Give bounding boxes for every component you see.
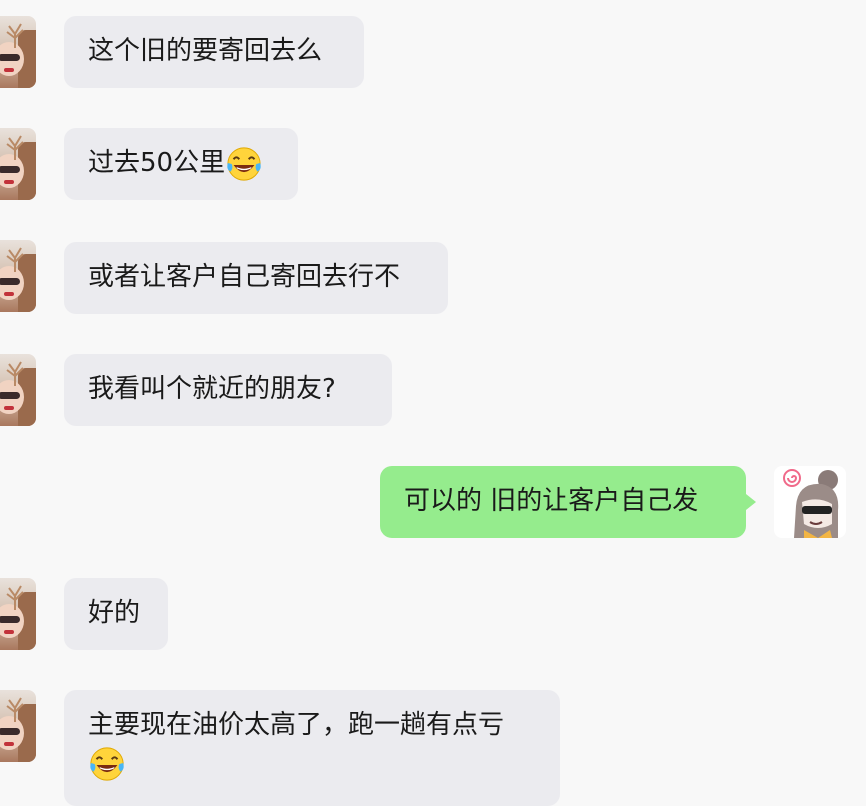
avatar-glasses: [0, 278, 20, 285]
antler-icon: [6, 697, 24, 722]
contact-avatar[interactable]: [0, 16, 36, 88]
avatar-glasses: [0, 392, 20, 399]
contact-avatar[interactable]: [0, 128, 36, 200]
message-bubble-incoming[interactable]: 我看叫个就近的朋友?: [64, 354, 392, 426]
antler-icon: [6, 23, 24, 48]
message-text: 主要现在油价太高了，跑一趟有点亏: [88, 710, 505, 740]
tears-of-joy-emoji-icon: [225, 145, 263, 183]
contact-avatar[interactable]: [0, 690, 36, 762]
message-bubble-incoming[interactable]: 过去50公里: [64, 128, 298, 200]
avatar-lips: [4, 630, 14, 634]
antler-icon: [6, 247, 24, 272]
antler-icon: [6, 585, 24, 610]
cartoon-avatar-icon: [783, 469, 839, 538]
message-bubble-incoming[interactable]: 好的: [64, 578, 168, 650]
message-bubble-incoming[interactable]: 这个旧的要寄回去么: [64, 16, 364, 88]
avatar-glasses: [0, 166, 20, 173]
my-avatar[interactable]: [774, 466, 846, 538]
contact-avatar[interactable]: [0, 354, 36, 426]
contact-avatar[interactable]: [0, 578, 36, 650]
message-text: 好的: [88, 598, 141, 628]
avatar-glasses: [0, 616, 20, 623]
message-bubble-incoming[interactable]: 主要现在油价太高了，跑一趟有点亏: [64, 690, 560, 806]
message-text: 这个旧的要寄回去么: [88, 36, 323, 66]
message-bubble-outgoing[interactable]: 可以的 旧的让客户自己发: [380, 466, 756, 538]
contact-avatar[interactable]: [0, 240, 36, 312]
avatar-lips: [4, 406, 14, 410]
message-bubble-incoming[interactable]: 或者让客户自己寄回去行不: [64, 242, 448, 314]
avatar-glasses: [0, 54, 20, 61]
antler-icon: [6, 135, 24, 160]
message-text: 可以的 旧的让客户自己发: [404, 486, 699, 516]
message-text: 过去50公里: [88, 148, 226, 178]
message-text: 我看叫个就近的朋友?: [88, 374, 336, 404]
avatar-lips: [4, 742, 14, 746]
avatar-lips: [4, 292, 14, 296]
avatar-lips: [4, 68, 14, 72]
avatar-glasses: [0, 728, 20, 735]
antler-icon: [6, 361, 24, 386]
tears-of-joy-emoji-icon: [88, 745, 126, 783]
message-text: 或者让客户自己寄回去行不: [88, 262, 401, 292]
avatar-lips: [4, 180, 14, 184]
